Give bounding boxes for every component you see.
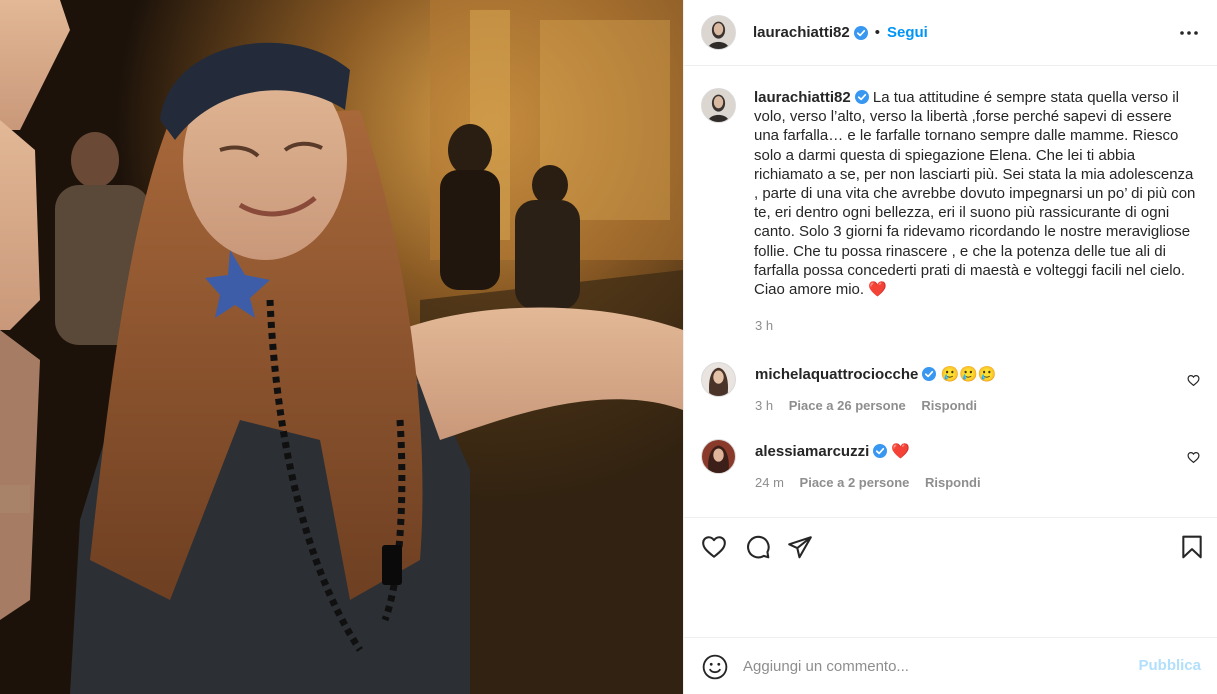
separator-dot: •	[874, 24, 880, 41]
caption-text: La tua attitudine é sempre stata quella …	[754, 89, 1196, 299]
bookmark-icon[interactable]	[1179, 534, 1205, 560]
add-comment-bar: Pubblica	[684, 637, 1217, 694]
comment-icon[interactable]	[745, 534, 771, 560]
comment-line: michelaquattrociocche 🥲🥲🥲	[755, 365, 997, 383]
comment-time: 24 m	[755, 475, 784, 490]
verified-badge-icon	[854, 90, 869, 104]
post-image	[0, 0, 683, 694]
comment-line: alessiamarcuzzi ❤️	[755, 442, 910, 460]
post-action-bar	[684, 517, 1217, 573]
caption-username[interactable]: laurachiatti82	[754, 89, 851, 106]
reply-button[interactable]: Rispondi	[925, 475, 981, 490]
post-photo[interactable]	[0, 0, 683, 694]
caption-text-block: laurachiatti82 La tua attitudine é sempr…	[754, 88, 1199, 299]
comment-username[interactable]: michelaquattrociocche	[755, 366, 918, 383]
share-icon[interactable]	[787, 534, 813, 560]
author-username[interactable]: laurachiatti82	[753, 24, 850, 41]
comment-likes-link[interactable]: Piace a 2 persone	[800, 475, 910, 490]
post-caption: laurachiatti82 La tua attitudine é sempr…	[701, 88, 1206, 299]
follow-button[interactable]: Segui	[887, 24, 928, 41]
comment-like-heart-icon[interactable]	[1187, 374, 1200, 387]
caption-timestamp: 3 h	[755, 318, 774, 333]
verified-badge-icon	[922, 367, 937, 381]
comment-text: 🥲🥲🥲	[940, 366, 997, 383]
commenter-avatar[interactable]	[701, 362, 736, 397]
reply-button[interactable]: Rispondi	[921, 398, 977, 413]
emoji-icon[interactable]	[702, 654, 728, 680]
comment-time: 3 h	[755, 398, 774, 413]
post-side-panel: laurachiatti82 • Segui laurachiatti82 La…	[683, 0, 1217, 694]
commenter-avatar[interactable]	[701, 439, 736, 474]
publish-button[interactable]: Pubblica	[1138, 657, 1201, 674]
comment-likes-link[interactable]: Piace a 26 persone	[789, 398, 906, 413]
author-avatar[interactable]	[701, 15, 736, 50]
caption-avatar[interactable]	[701, 88, 736, 123]
heart-icon[interactable]	[701, 534, 727, 560]
post-header: laurachiatti82 • Segui	[684, 0, 1217, 66]
comment-username[interactable]: alessiamarcuzzi	[755, 443, 869, 460]
comment-text: ❤️	[891, 443, 911, 460]
comment-input[interactable]	[743, 652, 1123, 680]
instagram-post: laurachiatti82 • Segui laurachiatti82 La…	[0, 0, 1217, 694]
more-options-icon[interactable]	[1178, 22, 1200, 44]
verified-badge-icon	[873, 444, 888, 458]
verified-badge-icon	[853, 25, 868, 40]
comment-like-heart-icon[interactable]	[1187, 451, 1200, 464]
caption-emoji: ❤️	[868, 281, 887, 299]
comment-meta: 3 h Piace a 26 persone Rispondi	[755, 398, 989, 413]
comment-meta: 24 m Piace a 2 persone Rispondi	[755, 475, 993, 490]
